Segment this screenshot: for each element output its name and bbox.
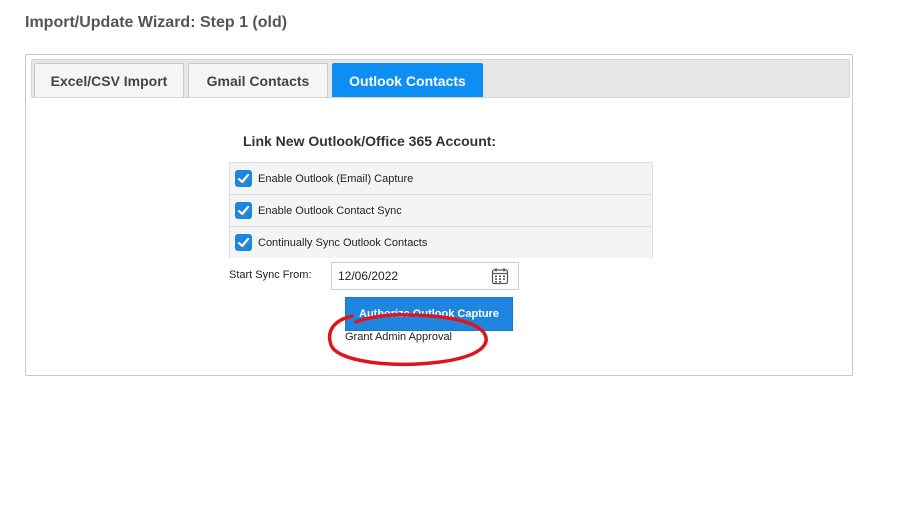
calendar-icon[interactable]	[491, 267, 509, 285]
tab-gmail-contacts[interactable]: Gmail Contacts	[188, 63, 328, 97]
option-label: Enable Outlook Contact Sync	[258, 204, 402, 217]
wizard-panel: Excel/CSV Import Gmail Contacts Outlook …	[25, 54, 853, 376]
checkbox-continual-sync[interactable]	[235, 234, 252, 251]
option-email-capture[interactable]: Enable Outlook (Email) Capture	[230, 163, 652, 195]
options-list: Enable Outlook (Email) Capture Enable Ou…	[229, 162, 653, 258]
grant-admin-approval-link[interactable]: Grant Admin Approval	[345, 331, 452, 343]
section-heading: Link New Outlook/Office 365 Account:	[243, 133, 497, 149]
authorize-outlook-capture-button[interactable]: Authorize Outlook Capture	[345, 297, 513, 331]
page-title: Import/Update Wizard: Step 1 (old)	[25, 14, 288, 31]
checkbox-contact-sync[interactable]	[235, 202, 252, 219]
checkmark-icon	[237, 237, 250, 248]
start-sync-label: Start Sync From:	[229, 269, 312, 281]
checkbox-email-capture[interactable]	[235, 170, 252, 187]
option-contact-sync[interactable]: Enable Outlook Contact Sync	[230, 195, 652, 227]
checkmark-icon	[237, 205, 250, 216]
option-label: Continually Sync Outlook Contacts	[258, 236, 428, 249]
tab-outlook-contacts[interactable]: Outlook Contacts	[332, 63, 483, 97]
option-continual-sync[interactable]: Continually Sync Outlook Contacts	[230, 227, 652, 258]
tab-bar: Excel/CSV Import Gmail Contacts Outlook …	[31, 59, 850, 98]
tab-excel-csv-import[interactable]: Excel/CSV Import	[34, 63, 184, 97]
checkmark-icon	[237, 173, 250, 184]
option-label: Enable Outlook (Email) Capture	[258, 172, 414, 185]
